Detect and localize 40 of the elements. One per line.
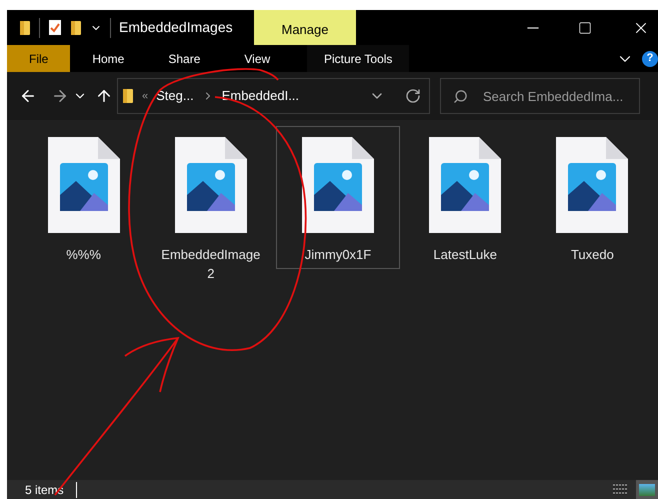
ribbon-tab[interactable]: File [7, 45, 70, 72]
up-icon[interactable] [95, 87, 113, 105]
ribbon-tab[interactable]: Home [70, 45, 146, 72]
file-item[interactable]: Jimmy0x1F [276, 126, 400, 269]
file-name: %%% [66, 246, 101, 264]
large-icons-view-icon[interactable] [636, 480, 658, 499]
search-field[interactable]: Search EmbeddedIma... [440, 78, 640, 114]
forward-icon[interactable] [51, 87, 69, 105]
search-icon [453, 89, 468, 104]
file-name: LatestLuke [433, 246, 498, 264]
image-file-icon [46, 135, 122, 235]
file-name: EmbeddedImage 2 [161, 246, 260, 283]
window-title: EmbeddedImages [119, 18, 234, 37]
folder-icon[interactable] [122, 88, 134, 104]
back-icon[interactable] [19, 87, 37, 105]
file-item[interactable]: %%% [22, 126, 146, 269]
ribbon-tab[interactable]: Share [146, 45, 222, 72]
refresh-icon[interactable] [405, 88, 421, 104]
file-item[interactable]: EmbeddedImage 2 [149, 126, 272, 288]
folder-icon[interactable] [70, 20, 82, 36]
image-file-icon [427, 135, 504, 235]
image-file-icon [300, 135, 376, 235]
file-item[interactable]: Tuxedo [530, 126, 654, 269]
image-file-icon [554, 135, 630, 235]
overflow-chevron[interactable]: « [142, 88, 148, 104]
file-name: Jimmy0x1F [304, 246, 372, 264]
image-file-icon [172, 135, 249, 235]
folder-icon[interactable] [19, 20, 31, 36]
breadcrumb[interactable]: Steg... [156, 86, 194, 106]
help-icon[interactable]: ? [642, 50, 658, 66]
document-check-icon[interactable] [48, 19, 62, 36]
address-bar[interactable]: « Steg... EmbeddedI... [117, 78, 430, 114]
details-view-icon[interactable] [612, 482, 628, 496]
ribbon-tab[interactable]: View [222, 45, 292, 72]
file-name: Tuxedo [570, 246, 614, 264]
manage-tab[interactable]: Manage [254, 10, 356, 45]
ribbon-tab[interactable]: Picture Tools [307, 45, 410, 72]
maximize-icon[interactable] [578, 20, 592, 34]
breadcrumb[interactable]: EmbeddedI... [222, 86, 300, 106]
file-item[interactable]: LatestLuke [404, 126, 527, 269]
